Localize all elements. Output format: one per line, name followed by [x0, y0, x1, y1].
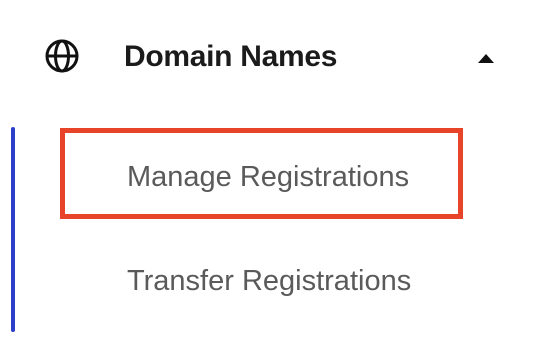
subnav-item-transfer-registrations[interactable]: Transfer Registrations [127, 265, 411, 298]
subnav-active-rail [11, 127, 15, 332]
section-title: Domain Names [124, 40, 338, 73]
caret-up-icon[interactable] [478, 54, 494, 63]
highlight-annotation-box [60, 128, 463, 219]
domain-names-section-header[interactable]: Domain Names [0, 22, 544, 92]
domain-names-nav-section: Domain Names Manage Registrations Transf… [0, 0, 544, 362]
globe-icon [45, 39, 79, 73]
